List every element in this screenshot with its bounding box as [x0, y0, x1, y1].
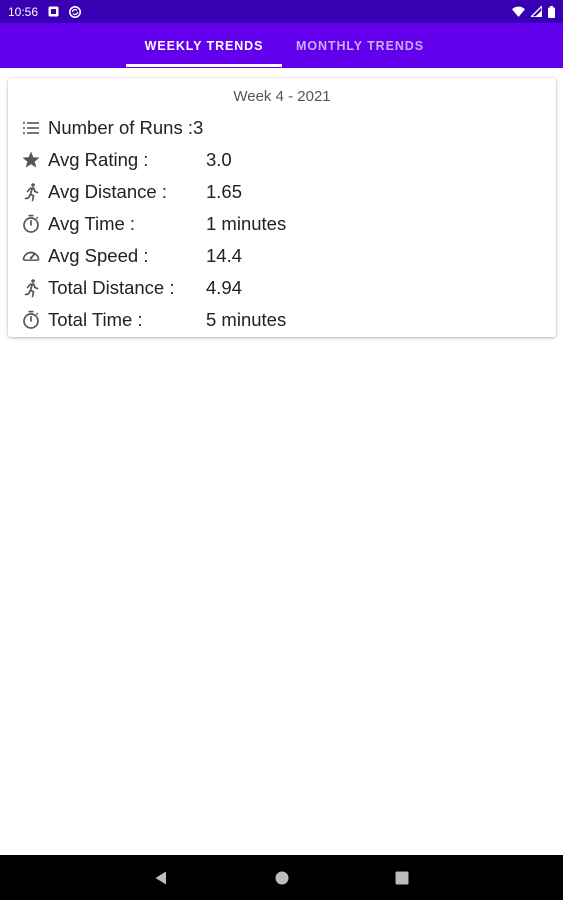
- system-nav-bar: [0, 855, 563, 900]
- label-total-distance: Total Distance :: [48, 277, 175, 298]
- status-time: 10:56: [8, 4, 39, 19]
- back-icon[interactable]: [141, 855, 181, 900]
- speedometer-icon: [20, 245, 42, 267]
- value-avg-distance: 1.65: [206, 181, 243, 202]
- row-total-time: Total Time : 5 minutes: [20, 306, 540, 334]
- weekly-summary-card: Week 4 - 2021 Number of Runs : 3 Avg Rat…: [8, 78, 556, 337]
- row-avg-rating: Avg Rating : 3.0: [20, 146, 540, 174]
- tab-weekly-trends[interactable]: WEEKLY TRENDS: [126, 23, 282, 68]
- label-number-of-runs: Number of Runs :: [48, 117, 193, 138]
- list-icon: [20, 117, 42, 139]
- value-total-distance: 4.94: [206, 277, 243, 298]
- tab-bar: WEEKLY TRENDS MONTHLY TRENDS: [0, 23, 563, 68]
- tab-selected-indicator: [126, 64, 282, 67]
- runner-icon: [20, 181, 42, 203]
- status-bar: 10:56: [0, 0, 563, 23]
- recents-icon[interactable]: [382, 855, 422, 900]
- notification-square-icon: [48, 6, 59, 17]
- row-avg-distance: Avg Distance : 1.65: [20, 178, 540, 206]
- row-total-distance: Total Distance : 4.94: [20, 274, 540, 302]
- battery-icon: [548, 5, 555, 18]
- label-avg-speed: Avg Speed :: [48, 245, 149, 266]
- label-avg-distance: Avg Distance :: [48, 181, 167, 202]
- value-avg-time: 1 minutes: [206, 213, 287, 234]
- sync-circle-icon: [69, 5, 82, 18]
- row-avg-speed: Avg Speed : 14.4: [20, 242, 540, 270]
- row-number-of-runs: Number of Runs : 3: [20, 114, 540, 142]
- label-avg-rating: Avg Rating :: [48, 149, 149, 170]
- value-number-of-runs: 3: [192, 117, 204, 138]
- card-title: Week 4 - 2021: [233, 88, 331, 105]
- wifi-icon: [512, 6, 525, 17]
- runner-icon: [20, 277, 42, 299]
- timer-icon: [20, 213, 42, 235]
- label-avg-time: Avg Time :: [48, 213, 136, 234]
- star-icon: [20, 149, 42, 171]
- signal-icon: [531, 6, 542, 17]
- label-total-time: Total Time :: [48, 309, 143, 330]
- row-avg-time: Avg Time : 1 minutes: [20, 210, 540, 238]
- tab-monthly-trends[interactable]: MONTHLY TRENDS: [282, 23, 438, 68]
- value-avg-speed: 14.4: [206, 245, 243, 266]
- value-avg-rating: 3.0: [206, 149, 232, 170]
- home-icon[interactable]: [262, 855, 302, 900]
- timer-icon: [20, 309, 42, 331]
- value-total-time: 5 minutes: [206, 309, 287, 330]
